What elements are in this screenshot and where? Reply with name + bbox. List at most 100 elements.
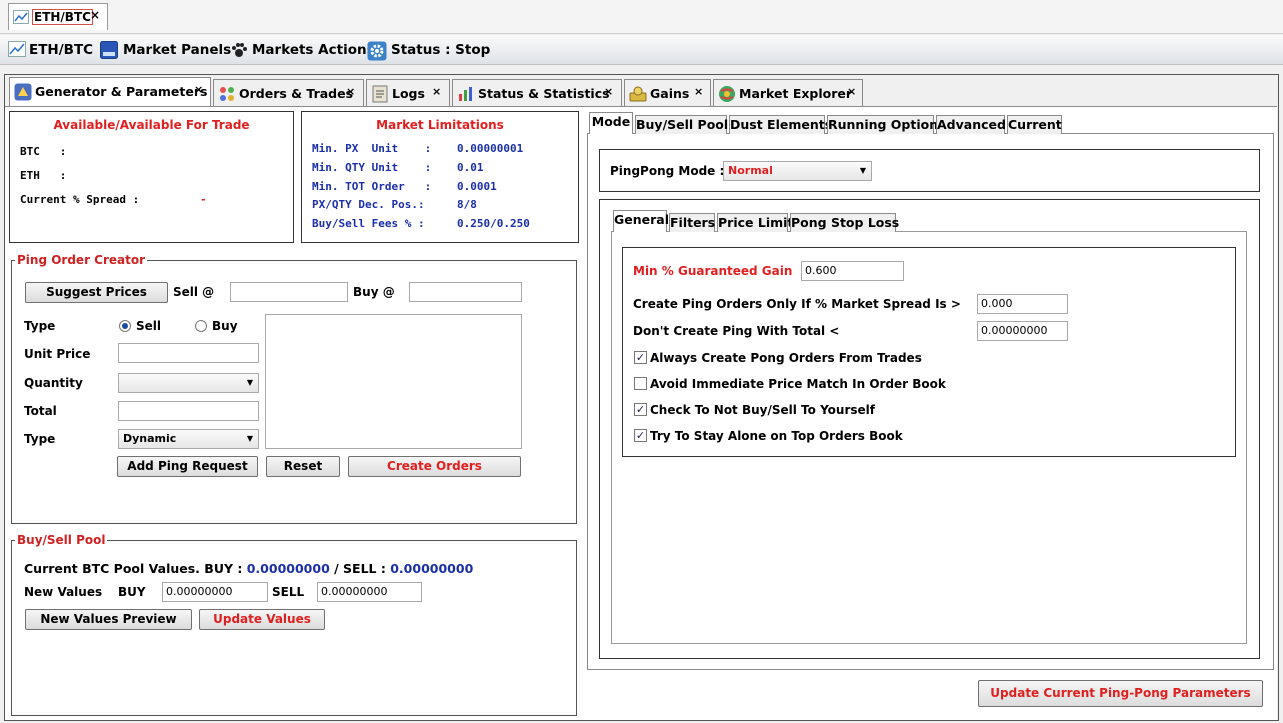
window-tab-eth-btc[interactable]: ETH/BTC × bbox=[8, 3, 108, 30]
general-settings-box: Min % Guaranteed Gain 0.600 Create Ping … bbox=[622, 247, 1236, 457]
toolbar-market-panels[interactable]: Market Panels bbox=[100, 40, 231, 60]
pingpong-mode-label: PingPong Mode : bbox=[610, 164, 725, 178]
add-ping-request-button[interactable]: Add Ping Request bbox=[117, 456, 258, 477]
close-icon[interactable]: × bbox=[194, 83, 203, 96]
total-input[interactable] bbox=[118, 401, 259, 421]
buy-sell-pool-title: Buy/Sell Pool bbox=[15, 533, 108, 547]
available-panel: Available/Available For Trade BTC : ETH … bbox=[9, 111, 294, 243]
close-icon[interactable]: × bbox=[847, 85, 856, 98]
checkbox-label: Always Create Pong Orders From Trades bbox=[650, 351, 922, 365]
pingpong-mode-combo[interactable]: Normal ▼ bbox=[723, 161, 872, 181]
eth-label: ETH : bbox=[20, 169, 67, 182]
order-type-combo[interactable]: Dynamic ▼ bbox=[118, 429, 259, 449]
toolbar-status[interactable]: Status : Stop bbox=[367, 40, 490, 61]
tab-running-option[interactable]: Running Option bbox=[827, 115, 938, 134]
gear-icon bbox=[367, 41, 387, 67]
reset-button[interactable]: Reset bbox=[266, 456, 340, 477]
limit-row-label: Min. PX Unit : bbox=[312, 142, 432, 155]
tab-dust-elements[interactable]: Dust Elements bbox=[729, 115, 832, 134]
pool-current-values: Current BTC Pool Values. BUY : 0.0000000… bbox=[24, 561, 473, 576]
window-tab-label: ETH/BTC bbox=[32, 9, 93, 25]
new-values-preview-button[interactable]: New Values Preview bbox=[25, 609, 192, 630]
pool-sep: / SELL : bbox=[334, 561, 386, 576]
suggest-prices-button[interactable]: Suggest Prices bbox=[25, 282, 168, 303]
tab-advanced[interactable]: Advanced bbox=[936, 115, 1006, 134]
min-gain-input[interactable]: 0.600 bbox=[801, 261, 904, 281]
buy-at-input[interactable] bbox=[409, 282, 522, 302]
total-label: Total bbox=[24, 404, 57, 418]
spread-threshold-label: Create Ping Orders Only If % Market Spre… bbox=[633, 297, 961, 311]
generator-icon bbox=[14, 83, 32, 104]
buy-radio-label: Buy bbox=[212, 319, 238, 333]
quantity-label: Quantity bbox=[24, 376, 83, 390]
checkbox-avoid-immediate-match[interactable] bbox=[634, 377, 647, 390]
ping-order-creator-title: Ping Order Creator bbox=[15, 253, 148, 267]
tab-market-explorer[interactable]: Market Explorer × bbox=[713, 79, 863, 106]
tab-pong-stop-loss[interactable]: Pong Stop Loss bbox=[790, 213, 899, 232]
order-type-value: Dynamic bbox=[123, 432, 177, 445]
pool-buy-input[interactable]: 0.00000000 bbox=[162, 582, 268, 602]
tab-price-limit[interactable]: Price Limit bbox=[717, 213, 793, 232]
type-label: Type bbox=[24, 319, 56, 333]
update-pingpong-parameters-button[interactable]: Update Current Ping-Pong Parameters bbox=[978, 680, 1263, 707]
limit-row-label: Min. QTY Unit : bbox=[312, 161, 432, 174]
paw-icon bbox=[230, 41, 248, 65]
limit-row-value: 0.250/0.250 bbox=[457, 217, 530, 230]
close-icon[interactable]: × bbox=[346, 85, 355, 98]
min-total-input[interactable]: 0.00000000 bbox=[977, 321, 1068, 341]
checkbox-not-self-trade[interactable]: ✓ bbox=[634, 403, 647, 416]
tab-filters[interactable]: Filters bbox=[669, 213, 715, 232]
toolbar-pair[interactable]: ETH/BTC bbox=[8, 40, 93, 60]
sell-at-label: Sell @ bbox=[173, 285, 215, 299]
pool-sell-input[interactable]: 0.00000000 bbox=[317, 582, 422, 602]
globe-icon bbox=[718, 85, 736, 106]
quantity-combo[interactable]: ▼ bbox=[118, 373, 259, 393]
update-values-button[interactable]: Update Values bbox=[199, 609, 325, 630]
tab-general[interactable]: General bbox=[613, 210, 669, 232]
buy-at-label: Buy @ bbox=[353, 285, 395, 299]
close-icon[interactable]: × bbox=[90, 8, 100, 22]
panel-icon bbox=[100, 41, 118, 65]
orders-icon bbox=[218, 85, 236, 106]
min-total-label: Don't Create Ping With Total < bbox=[633, 324, 840, 338]
limit-row-value: 0.01 bbox=[457, 161, 484, 174]
pool-sell-value: 0.00000000 bbox=[390, 561, 474, 576]
checkbox-stay-alone-top[interactable]: ✓ bbox=[634, 429, 647, 442]
window-tab-strip: ETH/BTC × bbox=[0, 0, 1283, 34]
toolbar-markets-actions[interactable]: Markets Actions bbox=[230, 40, 375, 60]
sell-radio[interactable] bbox=[119, 320, 131, 332]
buy-radio[interactable] bbox=[195, 320, 207, 332]
limit-row-label: PX/QTY Dec. Pos.: bbox=[312, 198, 425, 211]
tab-generator-parameters[interactable]: Generator & Parameters × bbox=[9, 77, 211, 106]
chevron-down-icon: ▼ bbox=[246, 434, 253, 443]
tab-status-statistics[interactable]: Status & Statistics × bbox=[452, 79, 622, 106]
create-orders-button[interactable]: Create Orders bbox=[348, 456, 521, 477]
close-icon[interactable]: × bbox=[604, 85, 613, 98]
limit-row-label: Min. TOT Order : bbox=[312, 180, 432, 193]
pool-sell-label: SELL bbox=[272, 585, 305, 599]
close-icon[interactable]: × bbox=[432, 85, 441, 98]
tab-mode[interactable]: Mode bbox=[589, 112, 633, 134]
chart-line-icon bbox=[8, 41, 26, 63]
chevron-down-icon: ▼ bbox=[859, 166, 866, 175]
tab-gains[interactable]: Gains × bbox=[624, 79, 711, 106]
checkbox-always-pong[interactable]: ✓ bbox=[634, 351, 647, 364]
checkbox-label: Try To Stay Alone on Top Orders Book bbox=[650, 429, 903, 443]
tab-logs[interactable]: Logs × bbox=[366, 79, 450, 106]
chart-icon bbox=[457, 85, 475, 106]
tab-orders-trades[interactable]: Orders & Trades × bbox=[213, 79, 364, 106]
unit-price-label: Unit Price bbox=[24, 347, 91, 361]
unit-price-input[interactable] bbox=[118, 343, 259, 363]
limit-row-label: Buy/Sell Fees % : bbox=[312, 217, 425, 230]
sell-at-input[interactable] bbox=[230, 282, 348, 302]
close-icon[interactable]: × bbox=[694, 85, 703, 98]
spread-threshold-input[interactable]: 0.000 bbox=[977, 294, 1068, 314]
tab-current[interactable]: Current bbox=[1007, 115, 1062, 134]
chevron-down-icon: ▼ bbox=[246, 378, 253, 387]
pingpong-mode-value: Normal bbox=[728, 164, 773, 177]
tab-buy-sell-pool[interactable]: Buy/Sell Pool bbox=[635, 115, 728, 134]
ping-requests-list[interactable] bbox=[265, 314, 522, 449]
pool-current-prefix: Current BTC Pool Values. BUY : bbox=[24, 561, 243, 576]
available-title: Available/Available For Trade bbox=[53, 118, 250, 132]
pool-buy-value: 0.00000000 bbox=[246, 561, 330, 576]
